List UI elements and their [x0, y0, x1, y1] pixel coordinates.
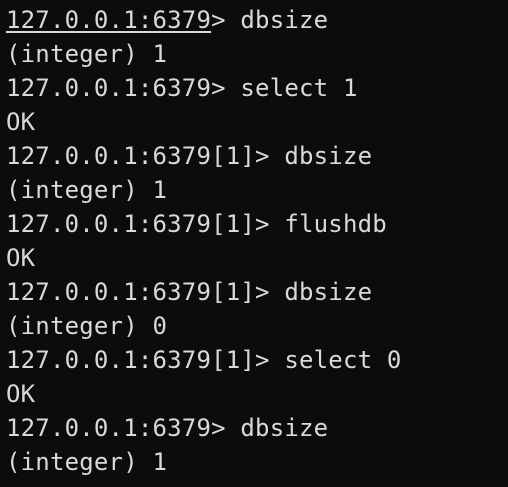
terminal-command-line: 127.0.0.1:6379[1]> select 0	[6, 343, 508, 377]
prompt-host: 127.0.0.1:6379	[6, 210, 212, 238]
terminal-command-line: 127.0.0.1:6379[1]> dbsize	[6, 275, 508, 309]
prompt-suffix: [1]>	[211, 142, 285, 170]
terminal-output-line: OK	[6, 108, 36, 136]
prompt-host: 127.0.0.1:6379	[6, 414, 212, 442]
command-text: select 1	[240, 74, 358, 102]
terminal-command-line: 127.0.0.1:6379> dbsize	[6, 411, 508, 445]
terminal-command-line: 127.0.0.1:6379[1]> flushdb	[6, 207, 508, 241]
terminal-command-line: 127.0.0.1:6379[1]> dbsize	[6, 139, 508, 173]
prompt-suffix: [1]>	[211, 278, 285, 306]
terminal-window[interactable]: 127.0.0.1:6379> dbsize (integer) 1 127.0…	[0, 0, 508, 487]
prompt-host: 127.0.0.1:6379	[6, 346, 212, 374]
prompt-host: 127.0.0.1:6379	[6, 278, 212, 306]
terminal-command-line: 127.0.0.1:6379> select 1	[6, 71, 508, 105]
prompt-suffix: [1]>	[211, 210, 285, 238]
terminal-output-line: (integer) 1	[6, 448, 168, 476]
terminal-output-line: (integer) 1	[6, 176, 168, 204]
command-text: dbsize	[240, 414, 329, 442]
command-text: select 0	[284, 346, 402, 374]
terminal-output-line: OK	[6, 244, 36, 272]
prompt-suffix: >	[211, 6, 241, 34]
terminal-output-line: (integer) 0	[6, 312, 168, 340]
command-text: flushdb	[284, 210, 387, 238]
prompt-host: 127.0.0.1:6379	[6, 74, 212, 102]
command-text: dbsize	[240, 6, 329, 34]
prompt-suffix: >	[211, 74, 241, 102]
prompt-suffix: >	[211, 414, 241, 442]
prompt-suffix: [1]>	[211, 346, 285, 374]
command-text: dbsize	[284, 278, 373, 306]
terminal-command-line: 127.0.0.1:6379> dbsize	[6, 3, 508, 37]
terminal-output-line: (integer) 1	[6, 40, 168, 68]
prompt-host: 127.0.0.1:6379	[6, 142, 212, 170]
command-text: dbsize	[284, 142, 373, 170]
prompt-host: 127.0.0.1:6379	[6, 6, 212, 34]
terminal-output-line: OK	[6, 380, 36, 408]
